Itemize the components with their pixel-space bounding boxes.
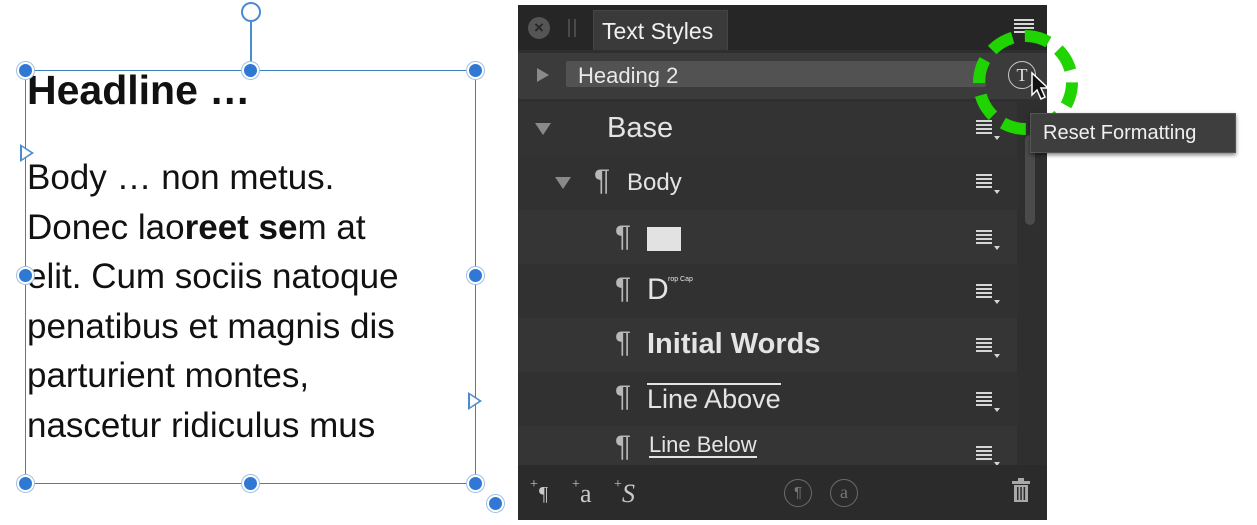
drop-cap-letter: D <box>647 273 669 306</box>
body-fragment: m at <box>297 207 366 247</box>
tab-text-styles[interactable]: Text Styles <box>593 10 728 50</box>
resize-handle-top-left[interactable] <box>17 62 34 79</box>
paragraph-style-icon: ¶ <box>615 326 632 359</box>
plus-icon: + <box>614 477 622 492</box>
style-row-initial-words[interactable]: ¶ Initial Words <box>518 318 1017 372</box>
current-style-row: Heading 2 <box>518 53 1047 99</box>
collapse-triangle-icon[interactable] <box>534 122 552 136</box>
collapse-triangle-icon[interactable] <box>554 176 572 190</box>
body-line: penatibus et magnis dis <box>27 306 395 346</box>
style-name: Line Below <box>649 432 757 458</box>
paragraph-style-icon: ¶ <box>594 164 611 197</box>
body-line: nascetur ridiculus mus <box>27 405 376 445</box>
paragraph-style-filter-icon[interactable]: ¶ <box>784 479 812 507</box>
text-flow-out-icon[interactable] <box>468 392 482 410</box>
panel-titlebar: × Text Styles <box>518 5 1047 50</box>
resize-handle-bottom-left[interactable] <box>17 475 34 492</box>
body-fragment: Donec lao <box>27 207 185 247</box>
body-line: parturient montes, <box>27 356 310 395</box>
resize-handle-bottom-right[interactable] <box>467 475 484 492</box>
style-options-icon[interactable] <box>976 174 1000 194</box>
resize-handle-top[interactable] <box>242 62 259 79</box>
style-name: Line Above <box>647 383 781 414</box>
style-name: Base <box>607 112 674 144</box>
style-group-icon: S <box>622 479 635 508</box>
rotation-handle[interactable] <box>241 2 261 22</box>
bold-fragment: reet se <box>184 207 298 247</box>
body-line: elit. Cum sociis natoque <box>27 257 399 296</box>
character-icon: a <box>580 479 592 508</box>
character-style-filter-icon[interactable]: a <box>830 479 858 507</box>
plus-icon: + <box>530 477 538 492</box>
paragraph-style-icon: ¶ <box>615 380 632 413</box>
expand-triangle-icon[interactable] <box>536 67 550 83</box>
body-text: Body … non metus. Donec laoreet sem at e… <box>27 153 477 450</box>
close-icon[interactable]: × <box>528 17 550 39</box>
style-options-icon[interactable] <box>976 338 1000 358</box>
plus-icon: + <box>572 477 580 492</box>
style-name: Body <box>627 169 682 196</box>
style-options-icon[interactable] <box>976 284 1000 304</box>
style-row-base[interactable]: Base <box>518 102 1017 156</box>
resize-handle-top-right[interactable] <box>467 62 484 79</box>
resize-handle-right[interactable] <box>467 267 484 284</box>
style-options-icon[interactable] <box>976 230 1000 250</box>
panel-bottom-toolbar: + ¶ + a + S ¶ a <box>518 465 1047 520</box>
style-row-body[interactable]: ¶ Body <box>518 156 1017 210</box>
style-row-drop-cap[interactable]: ¶ D rop Cap <box>518 264 1017 318</box>
pilcrow-icon: ¶ <box>539 483 549 505</box>
paragraph-style-icon: ¶ <box>615 272 632 305</box>
style-options-icon[interactable] <box>976 392 1000 412</box>
drag-grip-icon[interactable] <box>568 19 576 37</box>
resize-handle-left[interactable] <box>17 267 34 284</box>
text-flow-in-icon[interactable] <box>20 144 34 162</box>
drop-cap-name: rop Cap <box>668 276 693 283</box>
resize-handle-bottom[interactable] <box>242 475 259 492</box>
style-options-icon[interactable] <box>976 446 1000 466</box>
style-row-line-above[interactable]: ¶ Line Above <box>518 372 1017 426</box>
text-frame-content[interactable]: Headline … Body … non metus. Donec laore… <box>27 66 477 450</box>
style-preview-swatch <box>647 227 681 251</box>
style-row-blank[interactable]: ¶ <box>518 210 1017 264</box>
current-style-field[interactable]: Heading 2 <box>566 61 986 87</box>
style-name: Initial Words <box>647 328 821 360</box>
mouse-pointer-icon <box>1031 71 1050 101</box>
text-styles-panel: × Text Styles Heading 2 Base ¶ Body ¶ ¶ … <box>518 5 1078 520</box>
corner-options-handle[interactable] <box>487 495 504 512</box>
reset-formatting-tooltip: Reset Formatting <box>1030 113 1236 153</box>
body-line: Donec laoreet sem at <box>27 203 477 253</box>
style-row-line-below[interactable]: ¶ Line Below <box>518 426 1017 466</box>
body-line: Body … non metus. <box>27 158 335 197</box>
trash-icon[interactable] <box>1012 478 1030 503</box>
paragraph-style-icon: ¶ <box>615 430 632 463</box>
document-canvas[interactable]: Headline … Body … non metus. Donec laore… <box>0 0 518 525</box>
paragraph-style-icon: ¶ <box>615 220 632 253</box>
